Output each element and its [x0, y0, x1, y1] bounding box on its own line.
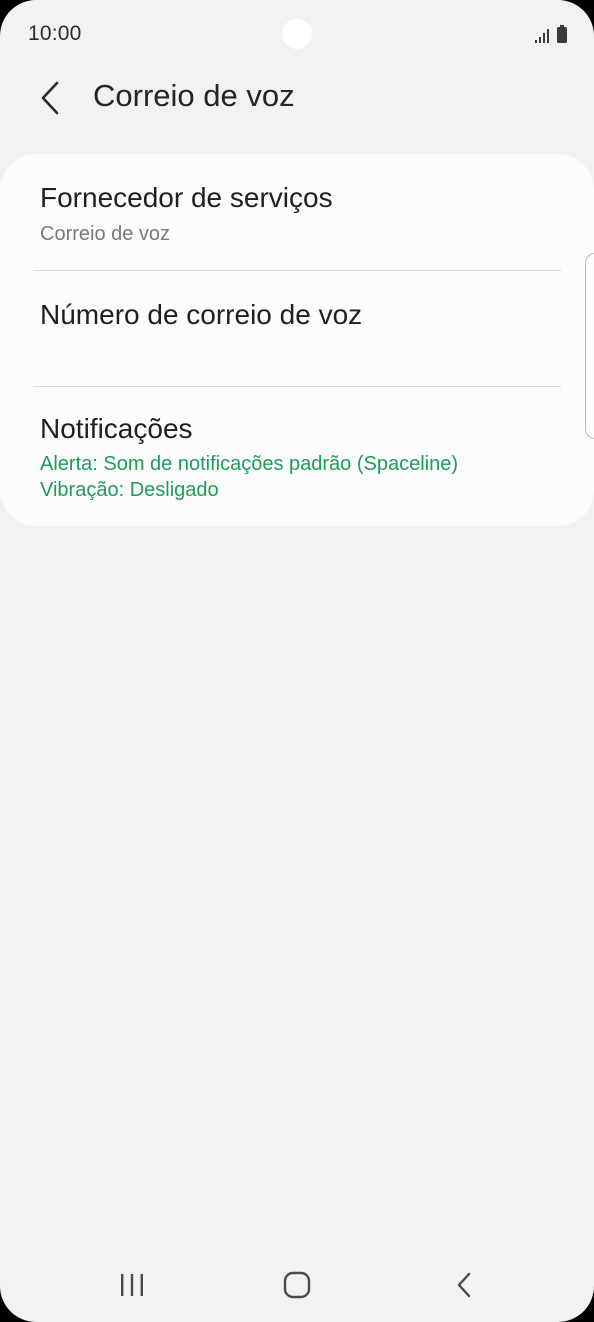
- back-icon: [457, 1272, 471, 1298]
- nav-back-button[interactable]: [434, 1262, 494, 1308]
- navigation-bar: [0, 1250, 594, 1322]
- notifications-item[interactable]: Notificações Alerta: Som de notificações…: [0, 387, 594, 526]
- notifications-title: Notificações: [40, 413, 193, 444]
- notifications-alert-value: Alerta: Som de notificações padrão (Spac…: [40, 453, 459, 475]
- service-provider-title: Fornecedor de serviços: [40, 182, 333, 213]
- battery-icon: [557, 25, 567, 43]
- notifications-vibration-value: Vibração: Desligado: [40, 479, 219, 501]
- service-provider-item[interactable]: Fornecedor de serviços Correio de voz: [0, 154, 594, 270]
- status-bar: 10:00: [0, 0, 594, 66]
- front-camera-cutout: [282, 19, 312, 49]
- voicemail-number-item[interactable]: Número de correio de voz: [0, 271, 594, 386]
- service-provider-value: Correio de voz: [40, 223, 171, 245]
- phone-screen: 10:00 Correio de voz Fornecedor de servi…: [0, 0, 594, 1322]
- home-button[interactable]: [267, 1262, 327, 1308]
- status-icons: [535, 23, 567, 43]
- page-title: Correio de voz: [93, 78, 295, 113]
- recent-apps-button[interactable]: [102, 1262, 162, 1308]
- voicemail-number-title: Número de correio de voz: [40, 299, 363, 330]
- chevron-left-icon: [41, 81, 59, 115]
- app-header: Correio de voz: [0, 66, 594, 130]
- status-time: 10:00: [28, 22, 82, 45]
- recent-apps-icon: [121, 1274, 143, 1296]
- signal-icon: [535, 29, 549, 43]
- back-button[interactable]: [28, 74, 72, 122]
- settings-card: Fornecedor de serviços Correio de voz Nú…: [0, 154, 594, 526]
- home-icon: [283, 1271, 311, 1299]
- scroll-indicator[interactable]: [585, 253, 594, 439]
